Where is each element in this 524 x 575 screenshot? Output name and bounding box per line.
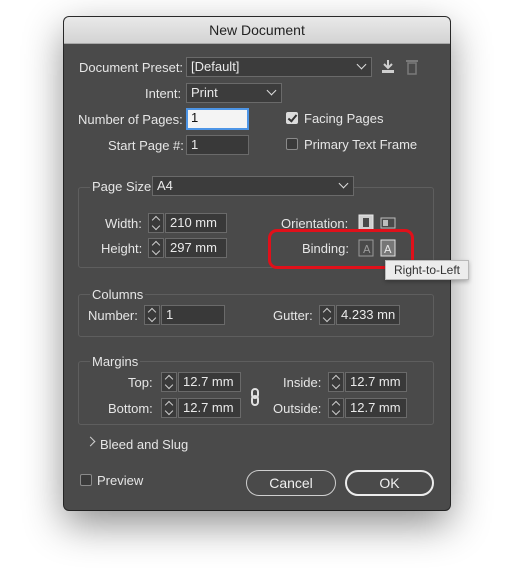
- page-size-value: A4: [157, 178, 173, 193]
- bleed-slug-toggle[interactable]: Bleed and Slug: [100, 437, 188, 452]
- cancel-button[interactable]: Cancel: [246, 470, 336, 496]
- columns-title: Columns: [90, 287, 146, 302]
- inside-input[interactable]: 12.7 mm: [345, 372, 407, 392]
- page-size-dropdown[interactable]: A4: [152, 176, 354, 196]
- dialog-title: New Document: [64, 17, 450, 44]
- intent-value: Print: [191, 85, 218, 100]
- columns-number-stepper[interactable]: [144, 305, 160, 325]
- bottom-stepper[interactable]: [161, 398, 177, 418]
- trash-icon[interactable]: [404, 58, 420, 76]
- chevron-down-icon: [356, 59, 367, 70]
- top-stepper[interactable]: [161, 372, 177, 392]
- gutter-stepper[interactable]: [319, 305, 335, 325]
- facing-pages-label: Facing Pages: [304, 111, 384, 126]
- link-icon[interactable]: [247, 388, 263, 406]
- binding-tooltip: Right-to-Left: [385, 260, 469, 280]
- pages-input[interactable]: 1: [186, 108, 249, 130]
- intent-label: Intent:: [145, 86, 182, 101]
- gutter-label: Gutter:: [273, 308, 313, 323]
- start-page-label: Start Page #:: [108, 138, 184, 153]
- chevron-down-icon: [266, 85, 277, 96]
- start-page-input[interactable]: 1: [186, 135, 249, 155]
- top-label: Top:: [128, 375, 153, 390]
- intent-dropdown[interactable]: Print: [186, 83, 282, 103]
- top-input[interactable]: 12.7 mm: [178, 372, 241, 392]
- bottom-label: Bottom:: [108, 401, 153, 416]
- outside-label: Outside:: [273, 401, 322, 416]
- pages-label: Number of Pages:: [78, 112, 183, 127]
- inside-stepper[interactable]: [328, 372, 344, 392]
- preset-dropdown[interactable]: [Default]: [186, 57, 372, 77]
- inside-label: Inside:: [283, 375, 322, 390]
- preview-checkbox[interactable]: [80, 474, 92, 486]
- height-input[interactable]: 297 mm: [165, 238, 227, 258]
- ok-button[interactable]: OK: [345, 470, 434, 496]
- preset-label: Document Preset:: [79, 60, 184, 75]
- chevron-right-icon[interactable]: [85, 436, 96, 447]
- columns-number-input[interactable]: 1: [161, 305, 225, 325]
- preview-label: Preview: [97, 473, 144, 488]
- chevron-down-icon: [338, 178, 349, 189]
- primary-text-frame-label: Primary Text Frame: [304, 137, 418, 152]
- height-stepper[interactable]: [148, 238, 164, 258]
- gutter-input[interactable]: 4.233 mn: [336, 305, 400, 325]
- primary-text-frame-checkbox[interactable]: [286, 138, 298, 150]
- preset-value: [Default]: [191, 59, 240, 74]
- bottom-input[interactable]: 12.7 mm: [178, 398, 241, 418]
- width-input[interactable]: 210 mm: [165, 213, 227, 233]
- outside-stepper[interactable]: [328, 398, 344, 418]
- outside-input[interactable]: 12.7 mm: [345, 398, 407, 418]
- download-icon[interactable]: [380, 58, 396, 76]
- width-label: Width:: [105, 216, 142, 231]
- columns-number-label: Number:: [88, 308, 138, 323]
- height-label: Height:: [101, 241, 143, 256]
- page-size-label: Page Size:: [90, 179, 157, 194]
- width-stepper[interactable]: [148, 213, 164, 233]
- margins-title: Margins: [90, 354, 141, 369]
- facing-pages-checkbox[interactable]: [286, 112, 298, 124]
